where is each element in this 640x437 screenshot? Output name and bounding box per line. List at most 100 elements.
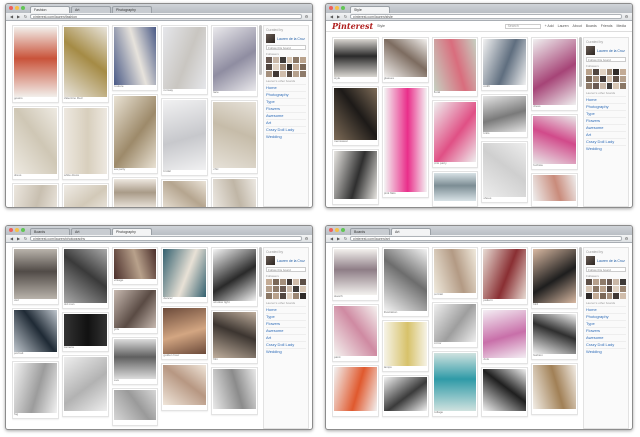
- follower-avatar[interactable]: [286, 286, 293, 292]
- browser-tab[interactable]: Art: [391, 228, 431, 235]
- follower-avatar[interactable]: [620, 286, 626, 292]
- pin-card[interactable]: [161, 179, 209, 207]
- pin-card[interactable]: [161, 363, 209, 411]
- follower-avatar[interactable]: [266, 279, 272, 285]
- scrollbar[interactable]: [259, 25, 262, 75]
- forward-arrow-icon[interactable]: ▶: [16, 14, 21, 19]
- follower-avatar[interactable]: [286, 71, 293, 77]
- pinterest-logo[interactable]: Pinterest: [332, 21, 373, 31]
- pin-image[interactable]: [383, 88, 427, 192]
- pin-card[interactable]: paint: [332, 304, 379, 362]
- scrollbar[interactable]: [579, 37, 582, 87]
- board-link[interactable]: Type: [266, 313, 306, 320]
- follower-avatar[interactable]: [300, 293, 306, 299]
- pin-image[interactable]: [483, 96, 527, 132]
- follower-avatar[interactable]: [586, 83, 592, 89]
- back-arrow-icon[interactable]: ◀: [9, 14, 14, 19]
- follower-avatar[interactable]: [613, 69, 620, 75]
- follower-avatar[interactable]: [272, 64, 279, 70]
- follow-board-button[interactable]: Follow this board: [266, 45, 306, 50]
- pin-card[interactable]: dress: [531, 37, 578, 111]
- pin-card[interactable]: tea party: [111, 94, 159, 174]
- board-link[interactable]: Home: [266, 306, 306, 313]
- pin-image[interactable]: [433, 249, 477, 293]
- follower-avatar[interactable]: [266, 57, 272, 63]
- board-link[interactable]: Art: [266, 119, 306, 126]
- avatar[interactable]: [266, 256, 275, 265]
- pin-card[interactable]: gowns: [12, 25, 59, 103]
- board-link[interactable]: Type: [586, 320, 626, 327]
- follower-avatar[interactable]: [586, 293, 592, 299]
- pin-card[interactable]: dancer: [161, 247, 209, 303]
- pin-card[interactable]: menswear: [332, 86, 379, 146]
- pin-image[interactable]: [63, 185, 107, 207]
- pin-card[interactable]: floral: [431, 37, 479, 97]
- pin-card[interactable]: mirror: [431, 302, 479, 348]
- pin-image[interactable]: [63, 249, 107, 303]
- reload-icon[interactable]: ↻: [23, 236, 28, 241]
- pin-image[interactable]: [383, 249, 427, 311]
- pin-image[interactable]: [433, 173, 477, 201]
- close-window-button[interactable]: [9, 228, 13, 232]
- pin-image[interactable]: [163, 181, 207, 207]
- board-link[interactable]: Home: [586, 306, 626, 313]
- pin-card[interactable]: [61, 183, 109, 207]
- follow-board-button[interactable]: Follow this board: [266, 267, 306, 272]
- minimize-window-button[interactable]: [335, 228, 339, 232]
- browser-tab[interactable]: Boards: [350, 228, 390, 235]
- pin-image[interactable]: [533, 314, 576, 354]
- minimize-window-button[interactable]: [335, 6, 339, 10]
- follower-avatar[interactable]: [279, 64, 286, 70]
- reload-icon[interactable]: ↻: [343, 14, 348, 19]
- pin-image[interactable]: [433, 304, 477, 342]
- pin-card[interactable]: girls: [111, 288, 159, 334]
- follower-avatar[interactable]: [599, 83, 606, 89]
- pin-image[interactable]: [334, 249, 377, 295]
- pin-card[interactable]: [431, 171, 479, 207]
- board-link[interactable]: Flowers: [586, 117, 626, 124]
- follower-avatar[interactable]: [613, 286, 620, 292]
- reload-icon[interactable]: ↻: [23, 14, 28, 19]
- follower-avatar[interactable]: [586, 286, 592, 292]
- pin-image[interactable]: [334, 306, 377, 356]
- pin-image[interactable]: [334, 39, 377, 77]
- nav-link[interactable]: Boards: [586, 24, 597, 28]
- pin-card[interactable]: love: [111, 337, 159, 385]
- pin-card[interactable]: [211, 177, 258, 207]
- pin-card[interactable]: couture: [111, 25, 159, 91]
- follower-avatar[interactable]: [272, 57, 279, 63]
- forward-arrow-icon[interactable]: ▶: [336, 236, 341, 241]
- pin-image[interactable]: [113, 390, 157, 420]
- pin-image[interactable]: [213, 249, 256, 301]
- wrench-icon[interactable]: ⚙: [304, 236, 309, 241]
- pin-image[interactable]: [113, 249, 157, 279]
- pin-image[interactable]: [483, 143, 527, 197]
- pin-image[interactable]: [113, 96, 157, 168]
- follower-avatar[interactable]: [599, 76, 606, 82]
- curator-name[interactable]: Lauren de la Cruz: [597, 49, 625, 53]
- board-link[interactable]: Awesome: [586, 334, 626, 341]
- board-link[interactable]: Wedding: [266, 133, 306, 140]
- board-link[interactable]: Art: [586, 131, 626, 138]
- wrench-icon[interactable]: ⚙: [624, 236, 629, 241]
- follower-avatar[interactable]: [613, 83, 620, 89]
- pin-card[interactable]: chic: [211, 100, 258, 174]
- follower-avatar[interactable]: [592, 76, 599, 82]
- pin-card[interactable]: [481, 367, 529, 417]
- board-link[interactable]: Awesome: [266, 112, 306, 119]
- follower-avatar[interactable]: [300, 71, 306, 77]
- board-link[interactable]: Wedding: [586, 145, 626, 152]
- pin-image[interactable]: [14, 108, 57, 174]
- browser-tab[interactable]: Boards: [30, 228, 70, 235]
- pin-image[interactable]: [63, 108, 107, 174]
- follower-avatar[interactable]: [293, 279, 300, 285]
- follower-avatar[interactable]: [620, 76, 626, 82]
- pin-image[interactable]: [14, 185, 57, 207]
- follower-avatar[interactable]: [599, 279, 606, 285]
- avatar[interactable]: [266, 34, 275, 43]
- nav-link[interactable]: Media: [616, 24, 626, 28]
- pin-image[interactable]: [213, 179, 256, 207]
- nav-link[interactable]: About: [573, 24, 582, 28]
- nav-link[interactable]: Friends: [601, 24, 613, 28]
- follower-avatar[interactable]: [586, 76, 592, 82]
